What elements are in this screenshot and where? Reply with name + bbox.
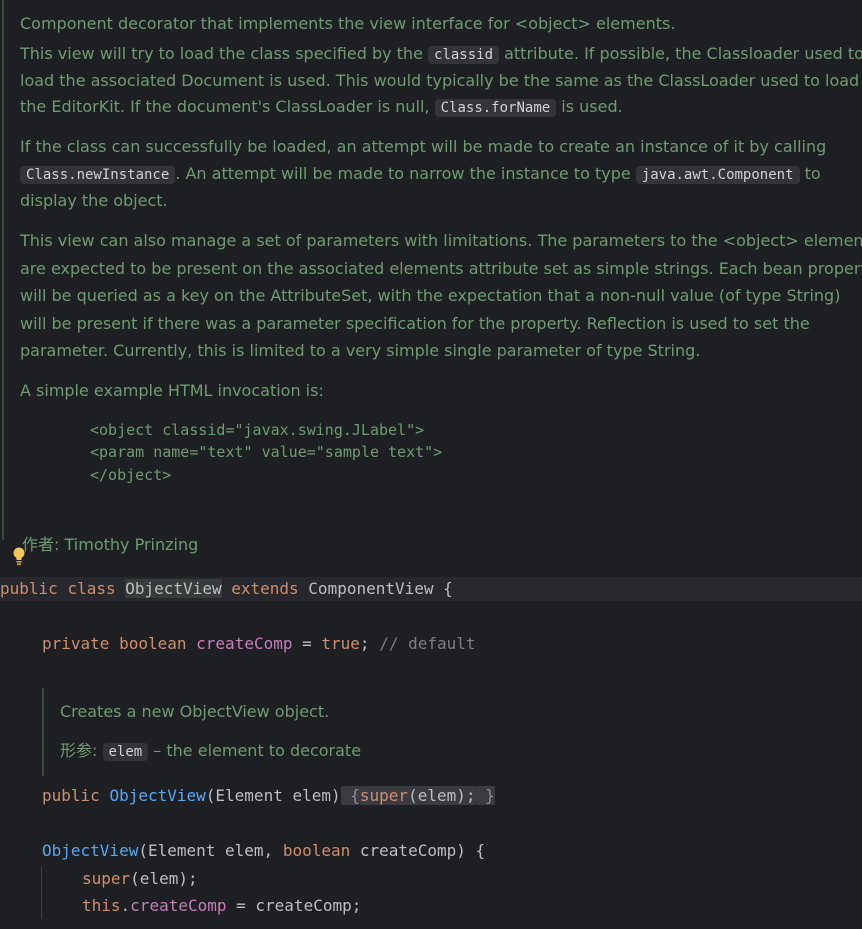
keyword-boolean: boolean xyxy=(119,634,187,653)
doc-text: to xyxy=(799,164,821,183)
assignment-rest: = createComp; xyxy=(226,896,362,915)
class-name[interactable]: ObjectView xyxy=(125,579,222,598)
assignment-line[interactable]: this.createComp = createComp; xyxy=(82,894,842,918)
author-name: Timothy Prinzing xyxy=(64,535,199,554)
doc-p3-line4: will be present if there was a parameter… xyxy=(20,314,810,333)
doc-example-line: <object classid="javax.swing.JLabel"> xyxy=(90,421,425,439)
doc-p3-line1: This view can also manage a set of param… xyxy=(20,231,862,250)
keyword-private: private xyxy=(42,634,110,653)
param-label: 形参: xyxy=(60,741,98,760)
field-declaration-line[interactable]: private boolean createComp = true; // de… xyxy=(42,632,842,656)
super-args: (elem); xyxy=(408,786,476,805)
doc-p1-line3: the EditorKit. If the document's ClassLo… xyxy=(20,97,623,118)
keyword-super: super xyxy=(82,869,131,888)
dot: . xyxy=(120,896,131,915)
line-comment: // default xyxy=(379,634,476,653)
inline-code: Class.forName xyxy=(434,99,557,117)
doc-example-intro: A simple example HTML invocation is: xyxy=(20,381,324,400)
doc-text: . An attempt will be made to narrow the … xyxy=(175,164,636,183)
assign-operator: = xyxy=(292,634,322,653)
constructor2-line[interactable]: ObjectView(Element elem, boolean createC… xyxy=(42,839,842,863)
keyword-super: super xyxy=(359,786,409,805)
superclass-name[interactable]: ComponentView xyxy=(308,579,433,598)
doc-p3-line3: will be queried as a key on the Attribut… xyxy=(20,286,841,305)
doc-example-line: <param name="text" value="sample text"> xyxy=(90,443,443,461)
inline-code: elem xyxy=(102,743,149,761)
keyword-extends: extends xyxy=(231,579,299,598)
doc-p3-line5: parameter. Currently, this is limited to… xyxy=(20,341,701,360)
constructor-params: createComp) { xyxy=(350,841,486,860)
doc-p1-line2: load the associated Document is used. Th… xyxy=(20,71,860,90)
author-label: 作者: xyxy=(22,535,60,554)
keyword-public: public xyxy=(42,786,100,805)
doc-example-line: </object> xyxy=(90,466,172,484)
inline-code: Class.newInstance xyxy=(20,166,176,184)
inline-code: java.awt.Component xyxy=(635,166,800,184)
constructor-params: (Element elem) xyxy=(205,786,341,805)
super-call-line[interactable]: super(elem); xyxy=(82,867,842,891)
doc-p2-line3: display the object. xyxy=(20,191,168,210)
class-javadoc: Component decorator that implements the … xyxy=(0,0,862,574)
doc-p2-line1: If the class can successfully be loaded,… xyxy=(20,137,827,156)
super-args: (elem); xyxy=(130,869,198,888)
open-brace: { xyxy=(443,579,453,598)
fold-open-brace[interactable]: { xyxy=(340,786,360,805)
keyword-class: class xyxy=(67,579,116,598)
field-name[interactable]: createComp xyxy=(196,634,292,653)
class-declaration-line[interactable]: public class ObjectView extends Componen… xyxy=(0,577,862,601)
doc-gutter-bar xyxy=(42,688,44,776)
constructor-name[interactable]: ObjectView xyxy=(109,786,205,805)
doc-text: attribute. If possible, the Classloader … xyxy=(499,44,862,63)
param-description: – the element to decorate xyxy=(148,741,362,760)
keyword-boolean: boolean xyxy=(282,841,351,860)
lightbulb-icon[interactable] xyxy=(12,546,26,566)
doc-text: is used. xyxy=(556,97,623,116)
keyword-public: public xyxy=(0,579,58,598)
literal-true: true xyxy=(321,634,360,653)
doc-summary: Component decorator that implements the … xyxy=(20,14,676,33)
constructor-name[interactable]: ObjectView xyxy=(42,841,138,860)
keyword-this: this xyxy=(82,896,121,915)
ctor-doc-param: 形参: elem – the element to decorate xyxy=(60,741,361,762)
code-editor[interactable]: Component decorator that implements the … xyxy=(0,0,862,929)
constructor1-line[interactable]: public ObjectView(Element elem) {super(e… xyxy=(42,784,842,808)
ctor-doc-desc: Creates a new ObjectView object. xyxy=(60,702,330,721)
doc-gutter-bar xyxy=(2,0,4,540)
doc-p1-line1: This view will try to load the class spe… xyxy=(20,44,862,65)
semicolon: ; xyxy=(359,634,370,653)
doc-p3-line2: are expected to be present on the associ… xyxy=(20,259,862,278)
doc-text: the EditorKit. If the document's ClassLo… xyxy=(20,97,435,116)
doc-text: This view will try to load the class spe… xyxy=(20,44,428,63)
field-reference[interactable]: createComp xyxy=(130,896,226,915)
fold-close-brace[interactable]: } xyxy=(475,786,495,805)
indent-guide xyxy=(41,867,42,919)
constructor-params: (Element elem, xyxy=(138,841,283,860)
doc-author: 作者: Timothy Prinzing xyxy=(22,535,198,555)
doc-p2-line2: Class.newInstance. An attempt will be ma… xyxy=(20,164,821,185)
inline-code: classid xyxy=(428,46,500,64)
